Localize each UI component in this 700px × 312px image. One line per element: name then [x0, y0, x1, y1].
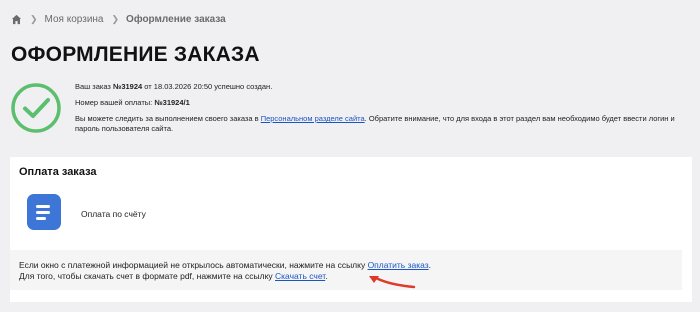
- personal-section-link[interactable]: Персональном разделе сайта: [261, 114, 365, 123]
- order-created-line: Ваш заказ №31924 от 18.03.2026 20:50 усп…: [75, 82, 273, 91]
- download-note-line: Для того, чтобы скачать счет в формате p…: [19, 271, 328, 281]
- pay-order-link[interactable]: Оплатить заказ: [368, 260, 429, 270]
- payment-note-line: Если окно с платежной информацией не отк…: [19, 260, 432, 270]
- download-invoice-link[interactable]: Скачать счет: [275, 271, 325, 281]
- payment-note: Если окно с платежной информацией не отк…: [10, 250, 682, 290]
- payment-method-label: Оплата по счёту: [81, 209, 146, 219]
- breadcrumb-separator-icon: ❯: [30, 13, 38, 24]
- arrow-annotation-icon: [369, 276, 416, 289]
- payment-number-line: Номер вашей оплаты: №31924/1: [75, 98, 190, 107]
- order-number: №31924: [112, 82, 143, 91]
- payment-card-title: Оплата заказа: [19, 166, 97, 178]
- breadcrumb-cart-link[interactable]: Моя корзина: [45, 14, 104, 25]
- breadcrumb-current: Оформление заказа: [126, 13, 226, 25]
- payment-number: №31924/1: [154, 98, 190, 107]
- check-circle-icon: [11, 83, 61, 133]
- page-title: ОФОРМЛЕНИЕ ЗАКАЗА: [11, 43, 260, 66]
- home-icon[interactable]: [11, 14, 22, 25]
- payment-card: Оплата заказа Оплата по счёту Если окно …: [10, 157, 692, 302]
- personal-section-note: Вы можете следить за выполнением своего …: [75, 114, 675, 133]
- order-info: Ваш заказ №31924 от 18.03.2026 20:50 усп…: [75, 82, 685, 140]
- breadcrumb: ❯ Моя корзина ❯ Оформление заказа: [11, 12, 226, 26]
- invoice-icon[interactable]: [27, 194, 61, 230]
- breadcrumb-separator-icon: ❯: [111, 13, 120, 24]
